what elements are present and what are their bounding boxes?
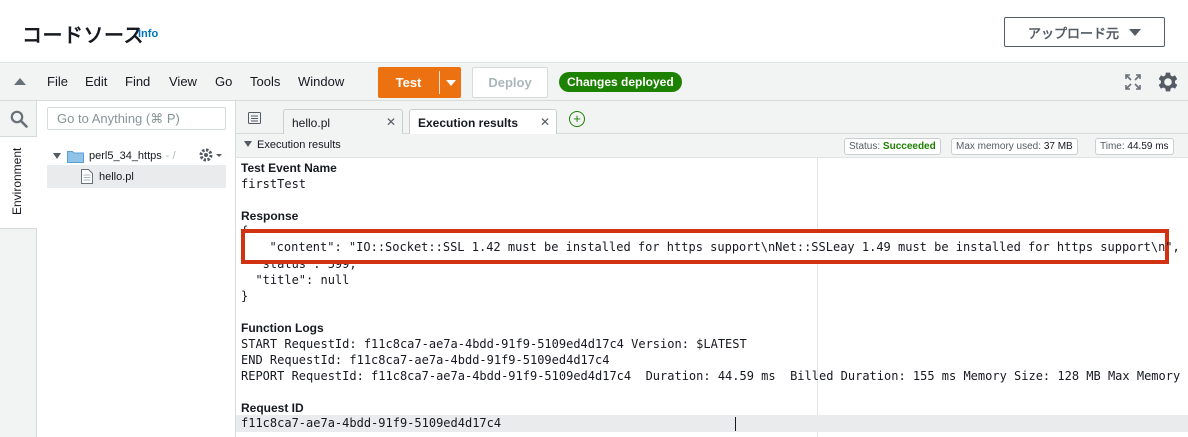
function-logs-header: Function Logs [241,321,324,335]
request-id-value: f11c8ca7-ae7a-4bdd-91f9-5109ed4d17c4 [241,416,502,430]
go-to-anything-input[interactable]: Go to Anything (⌘ P) [47,107,226,130]
time-value: 44.59 ms [1127,141,1169,152]
execution-results-body[interactable]: Test Event Name firstTest Response { "st… [236,158,1188,437]
fullscreen-icon[interactable] [1125,74,1141,90]
search-icon[interactable] [10,110,28,128]
editor-tab-bar: hello.pl ✕ Execution results ✕ + [236,101,1188,135]
environment-tab-label: Environment [10,147,24,215]
tab-hello-pl[interactable]: hello.pl ✕ [283,109,403,134]
tree-settings-icon[interactable] [197,146,223,164]
tree-file-hello-pl[interactable]: hello.pl [47,165,226,188]
folder-icon [67,151,84,163]
response-header: Response [241,209,299,223]
caret-down-icon [445,79,456,86]
log-line: REPORT RequestId: f11c8ca7-ae7a-4bdd-91f… [241,369,1188,383]
code-source-header: コードソース Info アップロード元 [0,0,1188,62]
highlighted-response-content: "content": "IO::Socket::SSL 1.42 must be… [241,229,1180,264]
menu-edit[interactable]: Edit [85,74,107,89]
folder-name: perl5_34_https [89,150,162,162]
expand-triangle-icon[interactable] [53,153,61,159]
execution-results-header: Execution results Status: Succeeded Max … [236,134,1188,158]
tab-list-icon[interactable] [248,112,261,124]
file-name: hello.pl [99,170,134,183]
tab-label: hello.pl [292,116,331,130]
caret-down-icon [1129,28,1141,36]
folder-path-suffix: - / [165,150,176,162]
log-line: START RequestId: f11c8ca7-ae7a-4bdd-91f9… [241,337,747,351]
memory-value: 37 MB [1043,141,1073,152]
add-tab-icon[interactable]: + [569,111,585,127]
file-icon [81,169,93,184]
request-id-header: Request ID [241,401,304,415]
close-icon[interactable]: ✕ [540,115,550,129]
time-chip: Time: 44.59 ms [1095,138,1174,155]
gear-icon[interactable] [1155,69,1181,95]
info-link[interactable]: Info [138,28,158,40]
tree-folder[interactable]: perl5_34_https - / [53,148,176,164]
deploy-button[interactable]: Deploy [472,67,548,98]
menu-go[interactable]: Go [215,74,232,89]
tab-label: Execution results [418,116,519,130]
response-line: } [241,289,249,303]
upload-from-button[interactable]: アップロード元 [1004,17,1165,47]
response-line: "content": "IO::Socket::SSL 1.42 must be… [255,240,1180,254]
page-title: コードソース [22,23,144,47]
menu-window[interactable]: Window [298,74,344,89]
tab-execution-results[interactable]: Execution results ✕ [409,109,557,135]
side-rail: Environment [0,101,37,437]
collapse-up-icon[interactable] [14,78,26,85]
status-value: Succeeded [882,141,936,152]
memory-chip: Max memory used: 37 MB [951,138,1078,155]
close-icon[interactable]: ✕ [386,115,396,129]
test-event-header: Test Event Name [241,161,337,175]
status-badge: Changes deployed [559,72,682,92]
execution-results-toggle[interactable]: Execution results [244,139,341,151]
file-tree-panel: Go to Anything (⌘ P) perl5_34_https - / … [37,101,236,437]
status-chip: Status: Succeeded [844,138,941,155]
menu-view[interactable]: View [169,74,197,89]
test-event-name: firstTest [241,177,307,191]
test-button[interactable]: Test [378,67,461,98]
test-button-label: Test [395,75,422,90]
environment-tab[interactable]: Environment [0,136,37,229]
test-dropdown-toggle[interactable] [440,67,461,98]
log-line: END RequestId: f11c8ca7-ae7a-4bdd-91f9-5… [241,353,610,367]
upload-from-label: アップロード元 [1027,26,1119,42]
text-cursor [735,417,736,431]
menu-find[interactable]: Find [125,74,150,89]
print-margin-line [817,158,818,437]
menu-tools[interactable]: Tools [250,74,280,89]
menu-file[interactable]: File [47,74,68,89]
ide-menubar: File Edit Find View Go Tools Window Test… [0,62,1188,101]
response-line: "title": null [241,273,350,287]
